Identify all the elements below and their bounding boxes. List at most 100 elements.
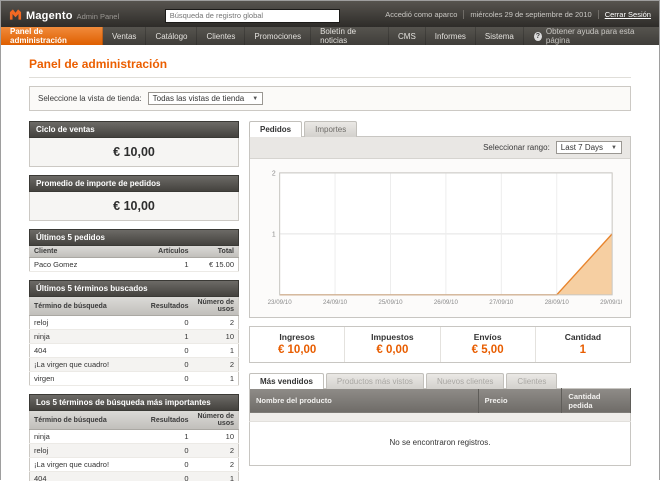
cell-term: ninja — [30, 330, 147, 344]
column-header: Precio — [478, 388, 562, 413]
range-value: Last 7 Days — [561, 143, 603, 152]
table-header-row: Término de búsqueda Resultados Número de… — [30, 297, 239, 316]
column-header: Artículos — [154, 246, 192, 258]
svg-text:1: 1 — [272, 231, 276, 238]
total-label: Ingresos — [250, 332, 344, 342]
divider — [29, 77, 631, 78]
magento-logo-icon — [9, 8, 22, 21]
cell-results: 0 — [147, 372, 193, 386]
store-view-label: Seleccione la vista de tienda: — [38, 94, 142, 103]
svg-text:29/09/10: 29/09/10 — [600, 299, 622, 306]
cell-items: 1 — [154, 258, 192, 272]
nav-item-dashboard[interactable]: Panel de administración — [1, 27, 103, 45]
nav-item-catalog[interactable]: Catálogo — [146, 27, 197, 45]
nav-item-promotions[interactable]: Promociones — [245, 27, 311, 45]
cell-customer: Paco Gomez — [30, 258, 155, 272]
svg-text:27/09/10: 27/09/10 — [489, 299, 514, 306]
total-value: 1 — [536, 344, 630, 356]
main-nav: Panel de administración Ventas Catálogo … — [1, 27, 659, 45]
global-search — [165, 5, 340, 23]
cell-results: 1 — [147, 430, 193, 444]
table-row[interactable]: ninja 1 10 — [30, 330, 239, 344]
logo-subtext: Admin Panel — [77, 12, 120, 21]
average-orders-box: Promedio de importe de pedidos € 10,00 — [29, 175, 239, 221]
help-icon: ? — [534, 32, 542, 41]
cell-total: € 15.00 — [193, 258, 239, 272]
column-header: Resultados — [147, 411, 193, 430]
tab-new-customers[interactable]: Nuevos clientes — [426, 373, 504, 389]
tab-customers[interactable]: Clientes — [506, 373, 557, 389]
chart-panel: Seleccionar rango: Last 7 Days ▼ 1223/09… — [249, 136, 631, 318]
total-label: Impuestos — [345, 332, 439, 342]
cell-results: 0 — [147, 444, 193, 458]
tab-bestsellers[interactable]: Más vendidos — [249, 373, 324, 389]
total-revenue: Ingresos € 10,00 — [250, 327, 344, 362]
table-row[interactable]: reloj 0 2 — [30, 444, 239, 458]
table-header-row: Nombre del producto Precio Cantidad pedi… — [250, 388, 631, 413]
nav-item-cms[interactable]: CMS — [389, 27, 426, 45]
cell-term: ninja — [30, 430, 147, 444]
total-value: € 10,00 — [250, 344, 344, 356]
nav-item-sales[interactable]: Ventas — [103, 27, 146, 45]
nav-item-system[interactable]: Sistema — [476, 27, 524, 45]
table-row — [250, 413, 631, 422]
chevron-down-icon: ▼ — [611, 145, 617, 151]
cell-results: 0 — [147, 358, 193, 372]
last-orders-table: Cliente Artículos Total Paco Gomez 1 € 1… — [29, 246, 239, 272]
nav-item-reports[interactable]: Informes — [426, 27, 476, 45]
cell-uses: 2 — [193, 458, 239, 472]
global-search-input[interactable] — [165, 9, 340, 23]
separator — [463, 10, 464, 19]
empty-message: No se encontraron registros. — [250, 422, 631, 466]
column-header: Número de usos — [193, 411, 239, 430]
help-label: Obtener ayuda para esta página — [546, 27, 649, 45]
logout-link[interactable]: Cerrar Sesión — [605, 10, 651, 19]
top-header: Magento Admin Panel Accedió como aparco … — [1, 1, 659, 27]
tab-amounts[interactable]: Importes — [304, 121, 357, 137]
table-row[interactable]: reloj 0 2 — [30, 316, 239, 330]
table-row[interactable]: virgen 0 1 — [30, 372, 239, 386]
cell-term: ¡La virgen que cuadro! — [30, 358, 147, 372]
totals-bar: Ingresos € 10,00 Impuestos € 0,00 Envíos… — [249, 326, 631, 363]
current-date: miércoles 29 de septiembre de 2010 — [470, 10, 591, 19]
total-quantity: Cantidad 1 — [535, 327, 630, 362]
nav-item-customers[interactable]: Clientes — [197, 27, 245, 45]
svg-text:23/09/10: 23/09/10 — [268, 299, 293, 306]
cell-uses: 2 — [193, 316, 239, 330]
top-search-table: Término de búsqueda Resultados Número de… — [29, 411, 239, 481]
cell-results: 0 — [147, 458, 193, 472]
table-row[interactable]: ¡La virgen que cuadro! 0 2 — [30, 358, 239, 372]
svg-text:26/09/10: 26/09/10 — [434, 299, 459, 306]
svg-text:28/09/10: 28/09/10 — [545, 299, 570, 306]
column-header: Término de búsqueda — [30, 411, 147, 430]
cell-uses: 10 — [193, 330, 239, 344]
chart-tabs: Pedidos Importes — [249, 121, 631, 137]
nav-item-newsletter[interactable]: Boletín de noticias — [311, 27, 389, 45]
average-orders-value: € 10,00 — [29, 192, 239, 221]
table-row[interactable]: ninja 1 10 — [30, 430, 239, 444]
lifetime-sales-title: Ciclo de ventas — [29, 121, 239, 138]
chart-wrap: 1223/09/1024/09/1025/09/1026/09/1027/09/… — [250, 159, 630, 317]
cell-term: 404 — [30, 344, 147, 358]
column-header: Nombre del producto — [250, 388, 479, 413]
tab-most-viewed[interactable]: Productos más vistos — [326, 373, 424, 389]
svg-text:24/09/10: 24/09/10 — [323, 299, 348, 306]
table-row[interactable]: ¡La virgen que cuadro! 0 2 — [30, 458, 239, 472]
total-value: € 0,00 — [345, 344, 439, 356]
tab-orders[interactable]: Pedidos — [249, 121, 302, 137]
chevron-down-icon: ▼ — [252, 96, 258, 102]
table-row[interactable]: 404 0 1 — [30, 344, 239, 358]
average-orders-title: Promedio de importe de pedidos — [29, 175, 239, 192]
table-row[interactable]: Paco Gomez 1 € 15.00 — [30, 258, 239, 272]
last-search-table: Término de búsqueda Resultados Número de… — [29, 297, 239, 386]
top-search-title: Los 5 términos de búsqueda más important… — [29, 394, 239, 411]
help-link[interactable]: ? Obtener ayuda para esta página — [524, 27, 659, 45]
store-view-select[interactable]: Todas las vistas de tienda ▼ — [148, 92, 264, 105]
range-select[interactable]: Last 7 Days ▼ — [556, 141, 622, 154]
svg-text:2: 2 — [272, 170, 276, 177]
grids-tabs: Más vendidos Productos más vistos Nuevos… — [249, 373, 631, 389]
last-orders-box: Últimos 5 pedidos Cliente Artículos Tota… — [29, 229, 239, 272]
cell-term: reloj — [30, 316, 147, 330]
bestsellers-table: Nombre del producto Precio Cantidad pedi… — [249, 388, 631, 467]
logged-in-as: Accedió como aparco — [385, 10, 457, 19]
